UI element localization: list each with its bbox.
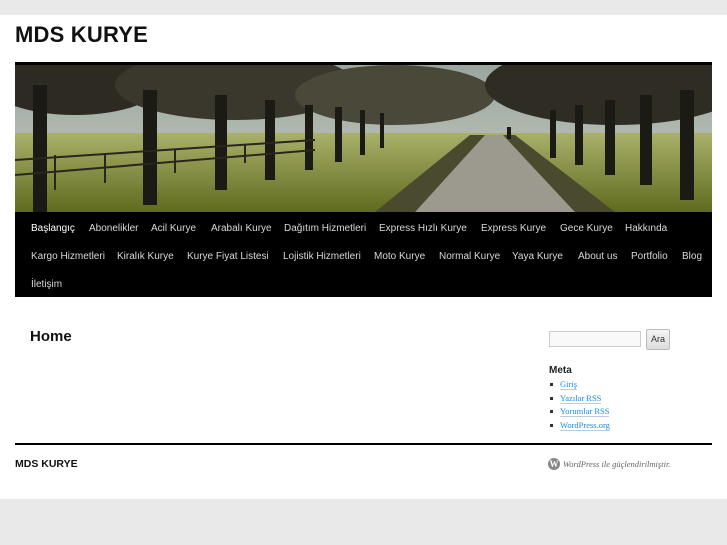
nav-item-yaya-kurye[interactable]: Yaya Kurye [512, 251, 563, 262]
nav-item-gece-kurye[interactable]: Gece Kurye [560, 223, 613, 234]
powered-by-link[interactable]: WordPress ile güçlendirilmiştir. [563, 459, 670, 469]
comments-rss-link[interactable]: Yorumlar RSS [560, 406, 610, 417]
nav-item-baslangic[interactable]: Başlangıç [31, 223, 75, 234]
list-item: WordPress.org [549, 419, 610, 434]
nav-item-moto-kurye[interactable]: Moto Kurye [374, 251, 425, 262]
nav-item-kurye-fiyat-listesi[interactable]: Kurye Fiyat Listesi [187, 251, 269, 262]
footer-rule [15, 443, 712, 445]
footer-site-title[interactable]: MDS KURYE [15, 458, 78, 470]
list-item: Giriş [549, 379, 610, 393]
nav-item-dagitim-hizmetleri[interactable]: Dağıtım Hizmetleri [284, 223, 366, 234]
site-title[interactable]: MDS KURYE [15, 22, 148, 48]
wordpress-logo-icon[interactable]: W [548, 458, 560, 470]
bullet-icon [550, 396, 553, 400]
page-title: Home [30, 328, 72, 345]
list-item: Yazılar RSS [549, 392, 610, 407]
wordpress-org-link[interactable]: WordPress.org [560, 419, 610, 431]
meta-links-list: Giriş Yazılar RSS Yorumlar RSS WordPress… [549, 379, 610, 433]
entries-rss-link[interactable]: Yazılar RSS [560, 392, 602, 404]
main-navigation: Başlangıç Abonelikler Acil Kurye Arabalı… [15, 212, 712, 297]
nav-item-hakkinda[interactable]: Hakkında [625, 223, 667, 234]
nav-item-portfolio[interactable]: Portfolio [631, 251, 668, 262]
nav-item-blog[interactable]: Blog [682, 251, 702, 262]
nav-item-kargo-hizmetleri[interactable]: Kargo Hizmetleri [31, 251, 105, 262]
nav-item-express-kurye[interactable]: Express Kurye [481, 223, 546, 234]
nav-item-kiralik-kurye[interactable]: Kiralık Kurye [117, 251, 174, 262]
nav-item-express-hizli-kurye[interactable]: Express Hızlı Kurye [379, 223, 467, 234]
login-link[interactable]: Giriş [560, 379, 577, 390]
nav-item-iletisim[interactable]: İletişim [31, 279, 62, 290]
nav-item-lojistik-hizmetleri[interactable]: Lojistik Hizmetleri [283, 251, 361, 262]
nav-item-normal-kurye[interactable]: Normal Kurye [439, 251, 500, 262]
meta-widget-title: Meta [549, 365, 572, 376]
bullet-icon [550, 423, 553, 427]
bullet-icon [550, 383, 553, 386]
nav-item-about-us[interactable]: About us [578, 251, 617, 262]
header-banner-image [15, 65, 712, 212]
search-button[interactable]: Ara [646, 329, 670, 350]
search-input[interactable] [549, 331, 641, 347]
nav-item-acil-kurye[interactable]: Acil Kurye [151, 223, 196, 234]
tree-lined-road-photo [15, 65, 712, 212]
bullet-icon [550, 410, 553, 413]
nav-item-arabali-kurye[interactable]: Arabalı Kurye [211, 223, 272, 234]
nav-item-abonelikler[interactable]: Abonelikler [89, 223, 138, 234]
list-item: Yorumlar RSS [549, 406, 610, 420]
